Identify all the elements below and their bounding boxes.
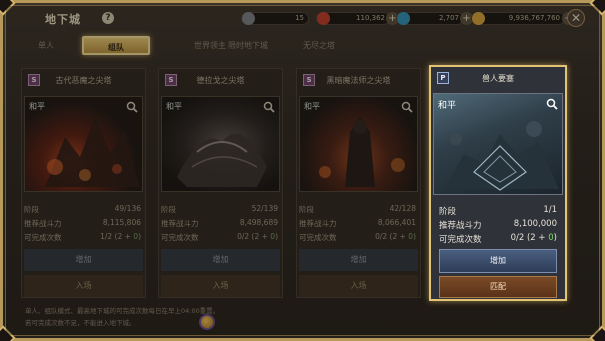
- stage-row: 阶段 42/128: [299, 204, 416, 214]
- dungeon-image: 和平: [24, 96, 143, 192]
- tab-world-boss[interactable]: 世界领主: [194, 36, 226, 55]
- magnifier-icon[interactable]: [126, 101, 138, 113]
- status-label: 和平: [304, 102, 320, 111]
- dungeon-image: 和平: [161, 96, 280, 192]
- help-icon[interactable]: ?: [102, 12, 114, 24]
- enter-button[interactable]: 入场: [161, 275, 280, 297]
- gold-coin-icon: [472, 12, 485, 25]
- red-gem-icon: [317, 12, 330, 25]
- status-label: 和平: [29, 102, 45, 111]
- resource-stamina: 15: [241, 12, 309, 25]
- magnifier-icon[interactable]: [401, 101, 413, 113]
- stage-row: 阶段 52/139: [161, 204, 278, 214]
- magnifier-icon[interactable]: [263, 101, 275, 113]
- add-button[interactable]: 增加: [299, 249, 418, 271]
- tab-solo[interactable]: 单人: [38, 36, 54, 55]
- power-row: 推荐战斗力 8,115,806: [24, 218, 141, 228]
- frame-corner-ornament: [0, 0, 16, 16]
- blue-gem-icon: [397, 12, 410, 25]
- stage-row: 阶段 49/136: [24, 204, 141, 214]
- dungeon-name: 德拉戈之尖塔: [196, 76, 245, 85]
- tab-party[interactable]: 组队: [82, 36, 150, 55]
- dungeon-card[interactable]: S 德拉戈之尖塔 和平 阶段 52/139 推荐战斗力 8,498,689 可完…: [158, 68, 283, 298]
- clears-row: 可完成次数 0/2 (2 + 0): [161, 232, 278, 242]
- stamina-icon: [242, 12, 255, 25]
- dungeon-image: 和平: [433, 93, 563, 195]
- magnifier-icon[interactable]: [546, 98, 558, 110]
- stage-row: 阶段 1/1: [439, 205, 557, 217]
- frame-corner-ornament: [589, 325, 605, 341]
- frame-corner-ornament: [589, 0, 605, 16]
- coin-icon: [199, 314, 215, 330]
- match-button[interactable]: 匹配: [439, 276, 557, 298]
- status-label: 和平: [166, 102, 182, 111]
- clears-note: 若可完成次数不足，不能进入地下城。: [25, 319, 136, 327]
- dungeon-card[interactable]: S 黑暗魔法师之尖塔 和平 阶段 42/128 推荐战斗力 8,066,401 …: [296, 68, 421, 298]
- dungeon-image: 和平: [299, 96, 418, 192]
- enter-button[interactable]: 入场: [24, 275, 143, 297]
- add-button[interactable]: 增加: [24, 249, 143, 271]
- add-button[interactable]: 增加: [439, 249, 557, 273]
- power-row: 推荐战斗力 8,100,000: [439, 219, 557, 231]
- dungeon-name: 黑暗魔法师之尖塔: [326, 76, 391, 85]
- clears-row: 可完成次数 0/2 (2 + 0): [439, 233, 557, 245]
- status-label: 和平: [438, 101, 457, 111]
- frame-corner-ornament: [0, 325, 16, 341]
- resource-red-gem: 110,362: [316, 12, 390, 25]
- dungeon-name: 古代恶魔之尖塔: [55, 76, 112, 85]
- dungeon-name: 兽人要塞: [482, 74, 514, 83]
- clears-row: 可完成次数 1/2 (2 + 0): [24, 232, 141, 242]
- reset-note: 单人、组队模式、最高地下城的可完成次数每日在早上04:00重置。: [25, 307, 220, 315]
- dungeon-card[interactable]: S 古代恶魔之尖塔 和平 阶段 49/136 推荐战斗力 8,115,806 可…: [21, 68, 146, 298]
- close-button[interactable]: ✕: [567, 9, 585, 27]
- resource-blue-gem: 2,707: [396, 12, 464, 25]
- enter-button[interactable]: 入场: [299, 275, 418, 297]
- tab-endless-tower[interactable]: 无尽之塔: [303, 36, 335, 55]
- power-row: 推荐战斗力 8,498,689: [161, 218, 278, 228]
- dungeon-window: 地下城 ? 15 110,362 + 2,707 + 9,936,767,760…: [0, 0, 605, 341]
- dungeon-card-selected[interactable]: P 兽人要塞 和平 阶段 1/1 推荐战斗力 8,100,000 可完成次数 0…: [429, 65, 567, 301]
- resource-gold: 9,936,767,760: [471, 12, 565, 25]
- power-row: 推荐战斗力 8,066,401: [299, 218, 416, 228]
- add-button[interactable]: 增加: [161, 249, 280, 271]
- page-title: 地下城: [45, 13, 81, 26]
- clears-row: 可完成次数 0/2 (2 + 0): [299, 232, 416, 242]
- tab-limited-dungeon[interactable]: 限时地下城: [228, 36, 268, 55]
